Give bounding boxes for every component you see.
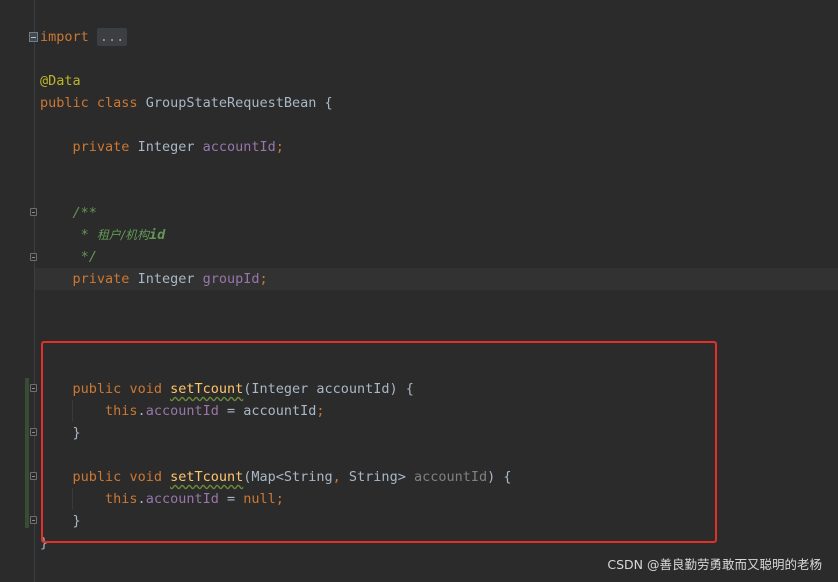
data-annotation: @Data (40, 73, 81, 89)
field-type: Integer (137, 139, 195, 155)
import-fold-placeholder[interactable]: ... (96, 28, 128, 46)
fold-method1-close-icon[interactable] (30, 428, 37, 436)
javadoc-star: * (72, 227, 97, 243)
semicolon: ; (259, 271, 268, 287)
fold-method2-close-icon[interactable] (30, 516, 37, 524)
javadoc-open-line[interactable]: /** (40, 202, 97, 224)
field-name: groupId (202, 271, 260, 287)
fold-import-icon[interactable] (29, 32, 38, 42)
javadoc-open: /** (72, 205, 97, 221)
import-keyword: import (40, 29, 89, 45)
javadoc-close-line[interactable]: */ (40, 246, 97, 268)
vcs-change-marker[interactable] (25, 378, 29, 528)
field-type: Integer (137, 271, 195, 287)
javadoc-text: 租户/机构 (96, 228, 149, 242)
class-open-brace: { (316, 95, 333, 111)
import-line[interactable]: import ... (40, 26, 128, 48)
highlight-annotation-box (41, 341, 717, 543)
fold-method1-open-icon[interactable] (30, 384, 37, 392)
field-accountid-line[interactable]: private Integer accountId; (40, 136, 284, 158)
semicolon: ; (275, 139, 284, 155)
public-keyword: public (40, 95, 89, 111)
class-keyword: class (96, 95, 138, 111)
field-name: accountId (202, 139, 276, 155)
javadoc-id: id (148, 227, 166, 243)
class-name: GroupStateRequestBean (145, 95, 317, 111)
editor-gutter (0, 0, 35, 582)
class-declaration-line[interactable]: public class GroupStateRequestBean { (40, 92, 333, 114)
fold-javadoc-close-icon[interactable] (30, 253, 37, 261)
annotation-line[interactable]: @Data (40, 70, 81, 92)
fold-method2-open-icon[interactable] (30, 472, 37, 480)
fold-javadoc-open-icon[interactable] (30, 208, 37, 216)
javadoc-text-line[interactable]: * 租户/机构id (40, 224, 166, 246)
csdn-watermark: CSDN @善良勤劳勇敢而又聪明的老杨 (607, 557, 822, 572)
private-keyword: private (72, 271, 130, 287)
private-keyword: private (72, 139, 130, 155)
field-groupid-line[interactable]: private Integer groupId; (40, 268, 268, 290)
javadoc-close: */ (72, 249, 97, 265)
